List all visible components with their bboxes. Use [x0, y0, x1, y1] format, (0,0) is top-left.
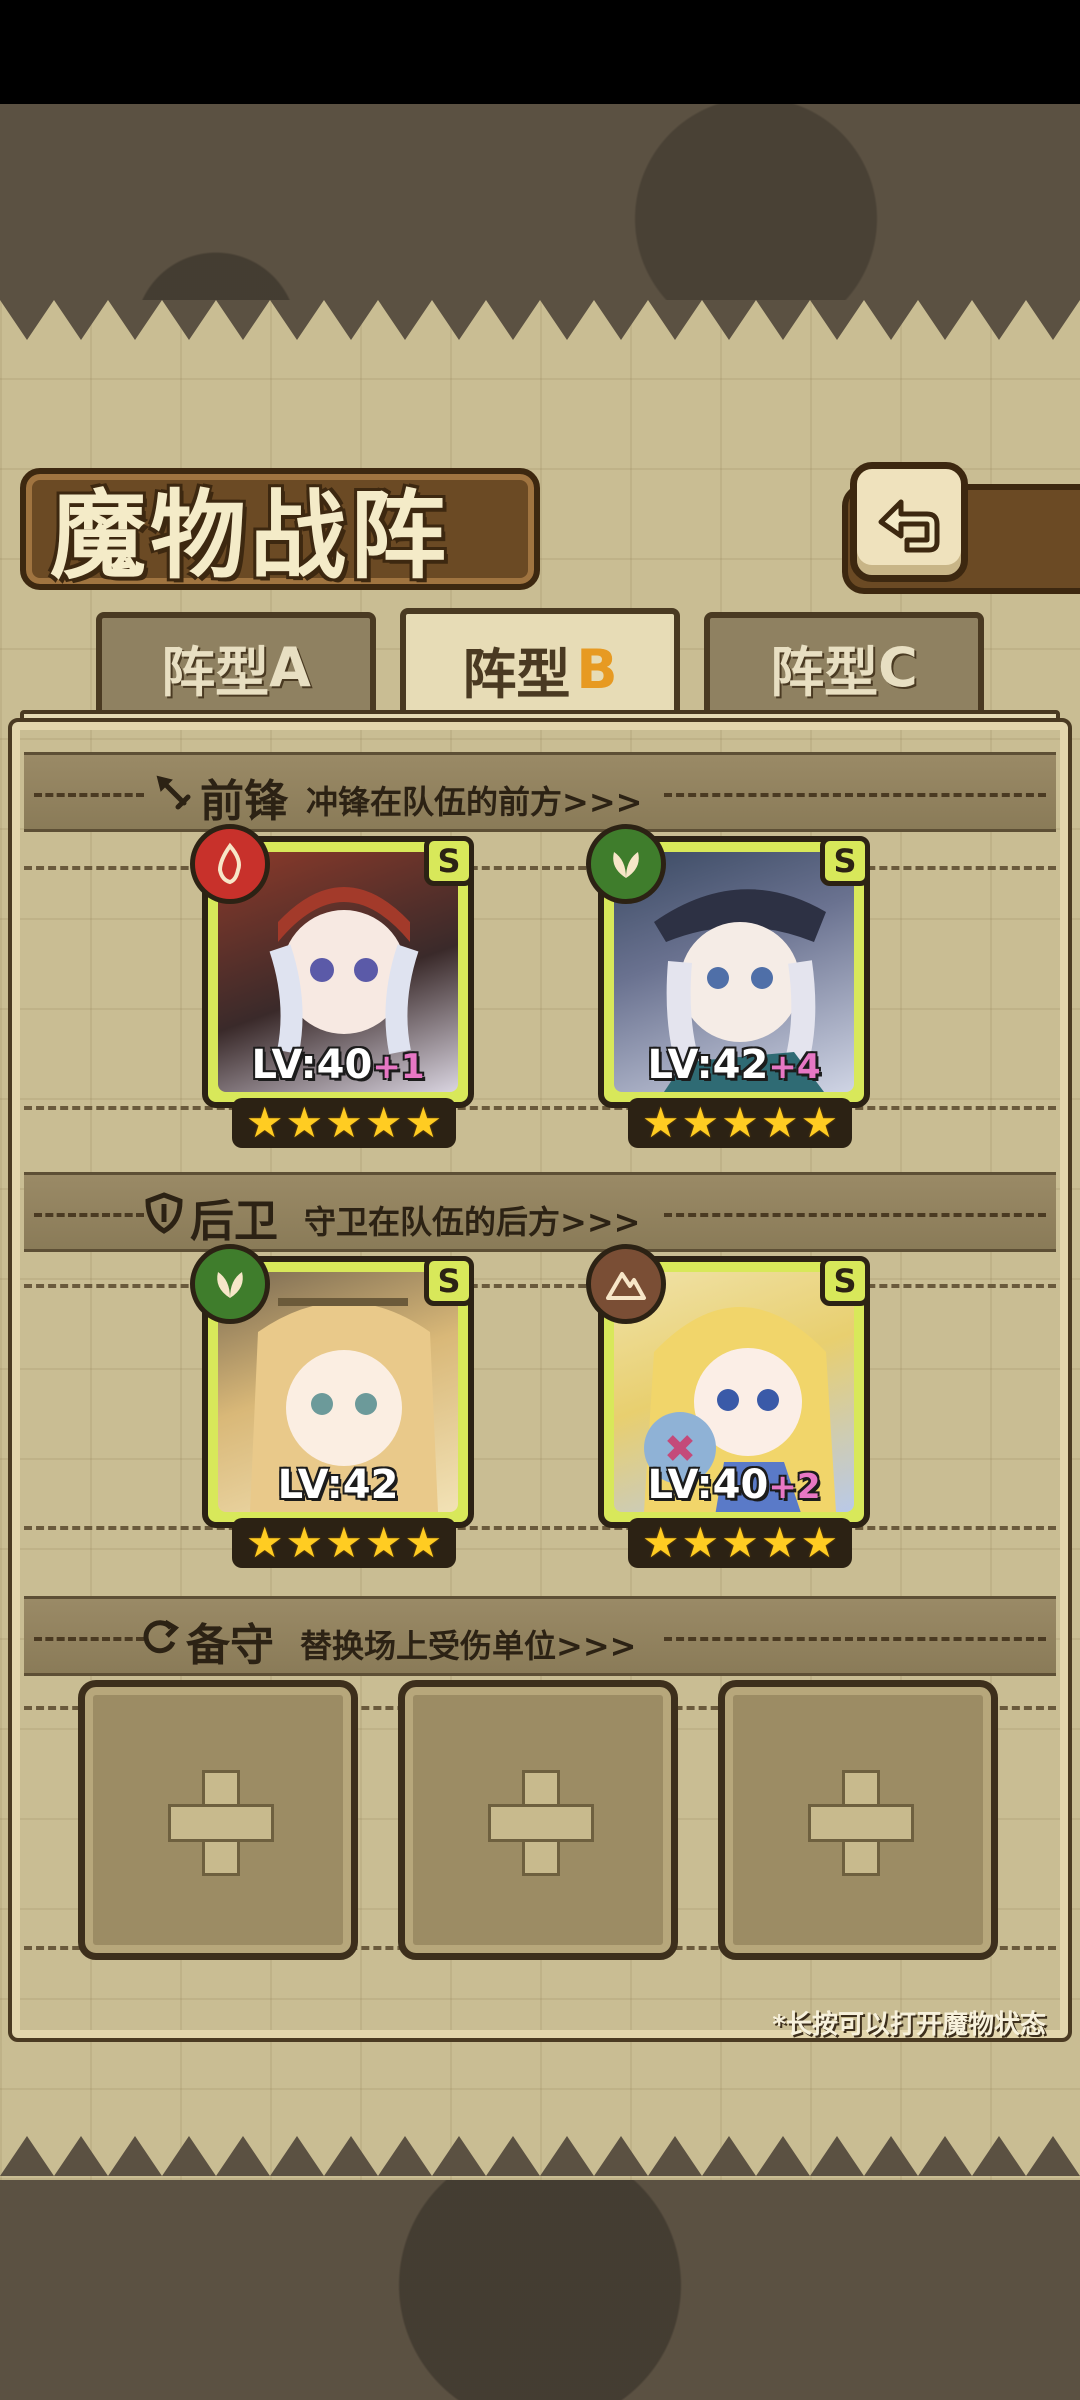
sword-icon [152, 771, 196, 815]
star-icon: ★ [364, 1518, 403, 1567]
monster-card-rear-1[interactable]: S LV:42 ★ ★ ★ ★ ★ [190, 1244, 474, 1568]
section-subtitle: 冲锋在队伍的前方>>> [306, 783, 643, 821]
torn-edge-top [0, 300, 1080, 340]
leaf-element-icon [586, 824, 666, 904]
section-title: 后卫 [190, 1196, 278, 1247]
star-icon: ★ [245, 1518, 284, 1567]
star-icon: ★ [760, 1098, 799, 1147]
tab-label: 阵型 [462, 642, 571, 706]
shield-icon [142, 1191, 186, 1235]
back-button[interactable] [850, 462, 968, 582]
leaf-element-icon [190, 1244, 270, 1324]
torn-edge-bottom [0, 2136, 1080, 2176]
star-icon: ★ [325, 1098, 363, 1147]
rank-badge: S [820, 836, 870, 886]
fire-element-icon [190, 824, 270, 904]
star-icon: ★ [404, 1518, 443, 1567]
star-rating: ★ ★ ★ ★ ★ [628, 1098, 852, 1148]
star-rating: ★ ★ ★ ★ ★ [232, 1518, 456, 1568]
star-icon: ★ [800, 1518, 839, 1567]
status-bar [0, 0, 1080, 104]
star-icon: ★ [641, 1518, 680, 1567]
reserve-slot-1[interactable] [78, 1680, 358, 1960]
tab-label: 阵型 [770, 640, 879, 704]
star-icon: ★ [325, 1518, 363, 1567]
tab-label: 阵型 [161, 640, 270, 704]
section-title: 前锋 [200, 776, 288, 827]
level-label: LV:40+2 [647, 1462, 821, 1508]
rank-badge: S [820, 1256, 870, 1306]
level-label: LV:42+4 [647, 1042, 821, 1088]
tab-formation-c[interactable]: 阵型 C [704, 612, 984, 716]
star-icon: ★ [721, 1098, 759, 1147]
section-subtitle: 替换场上受伤单位>>> [300, 1627, 637, 1665]
tab-letter: A [269, 635, 311, 699]
star-icon: ★ [760, 1518, 799, 1567]
swap-icon [138, 1615, 182, 1659]
monster-card-front-2[interactable]: S LV:42+4 ★ ★ ★ ★ ★ [586, 824, 870, 1148]
tab-letter: B [576, 637, 618, 701]
plus-icon [808, 1770, 914, 1876]
star-icon: ★ [404, 1098, 443, 1147]
level-label: LV:42 [277, 1462, 399, 1508]
star-icon: ★ [285, 1098, 324, 1147]
star-rating: ★ ★ ★ ★ ★ [232, 1098, 456, 1148]
plus-icon [168, 1770, 274, 1876]
star-icon: ★ [364, 1098, 403, 1147]
section-header-reserve: 备守 替换场上受伤单位>>> [24, 1596, 1056, 1676]
plus-icon [488, 1770, 594, 1876]
monster-card-front-1[interactable]: S LV:40+1 ★ ★ ★ ★ ★ [190, 824, 474, 1148]
star-icon: ★ [285, 1518, 324, 1567]
star-icon: ★ [721, 1518, 759, 1567]
tab-formation-a[interactable]: 阵型 A [96, 612, 376, 716]
tab-letter: C [878, 635, 918, 699]
rank-badge: S [424, 836, 474, 886]
rank-badge: S [424, 1256, 474, 1306]
section-subtitle: 守卫在队伍的后方>>> [304, 1203, 641, 1241]
section-header-rear: 后卫 守卫在队伍的后方>>> [24, 1172, 1056, 1252]
star-icon: ★ [681, 1098, 720, 1147]
monster-card-rear-2[interactable]: S LV:40+2 ★ ★ ★ ★ ★ [586, 1244, 870, 1568]
level-label: LV:40+1 [251, 1042, 425, 1088]
star-icon: ★ [641, 1098, 680, 1147]
star-rating: ★ ★ ★ ★ ★ [628, 1518, 852, 1568]
star-icon: ★ [681, 1518, 720, 1567]
earth-element-icon [586, 1244, 666, 1324]
star-icon: ★ [245, 1098, 284, 1147]
page-title: 魔物战阵 [50, 479, 450, 592]
reserve-slot-3[interactable] [718, 1680, 998, 1960]
section-title: 备守 [186, 1620, 274, 1671]
return-arrow-icon [878, 499, 940, 553]
hint-text: *长按可以打开魔物状态 [772, 2010, 1046, 2040]
star-icon: ★ [800, 1098, 839, 1147]
reserve-slot-2[interactable] [398, 1680, 678, 1960]
section-header-front: 前锋 冲锋在队伍的前方>>> [24, 752, 1056, 832]
tab-formation-b[interactable]: 阵型 B [400, 608, 680, 724]
